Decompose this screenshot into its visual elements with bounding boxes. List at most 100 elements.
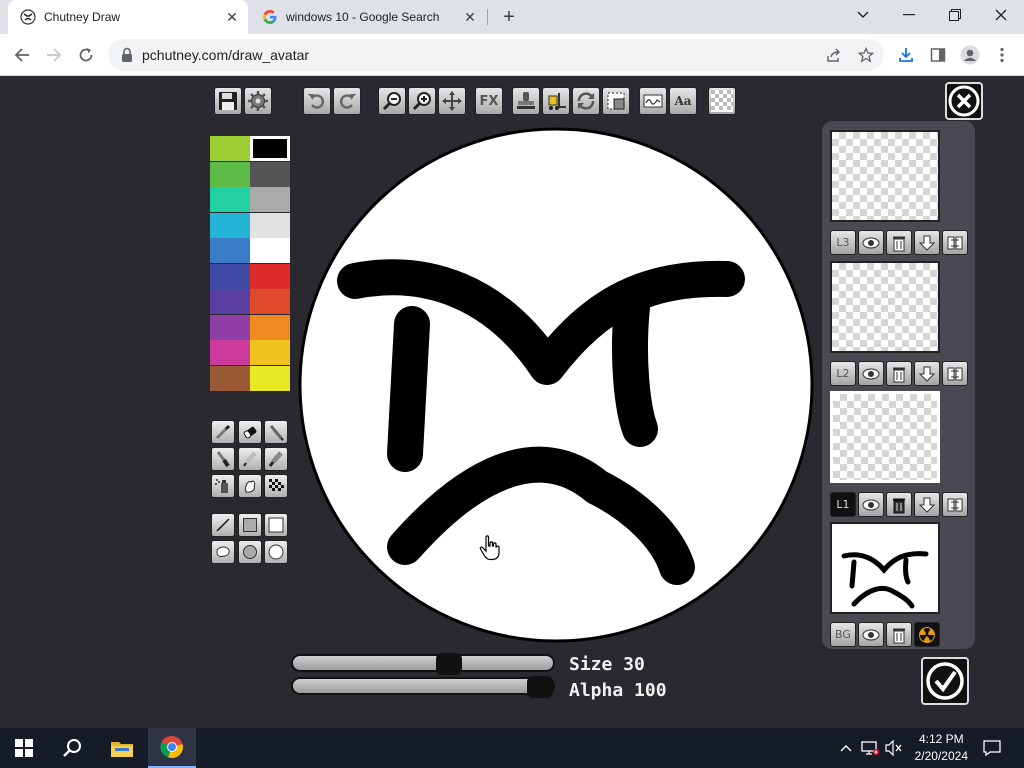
rotate-icon[interactable] [572,87,600,115]
share-icon[interactable] [824,45,844,65]
close-window-button[interactable] [978,0,1024,30]
color-swatch[interactable] [250,340,290,365]
reload-icon[interactable] [72,41,100,69]
color-swatch[interactable] [210,187,250,212]
alpha-slider[interactable] [291,676,555,698]
network-icon[interactable] [860,738,880,758]
pen-icon[interactable] [264,420,288,444]
visibility-eye-icon[interactable] [858,622,884,647]
circle-outline-icon[interactable] [238,540,262,564]
color-swatch[interactable] [210,289,250,314]
file-explorer-icon[interactable] [98,728,146,768]
forklift-icon[interactable] [542,87,570,115]
color-swatch[interactable] [250,314,290,340]
circle-filled-icon[interactable] [264,540,288,564]
color-swatch[interactable] [250,212,290,238]
layer-thumbnail-l2[interactable] [830,261,940,353]
paint-brush-icon[interactable] [211,447,235,471]
layer-label-bg[interactable]: BG [830,622,856,647]
taskbar-clock[interactable]: 4:12 PM 2/20/2024 [915,731,968,765]
drawing-canvas[interactable] [297,127,815,643]
new-tab-button[interactable]: + [497,5,521,29]
color-swatch[interactable] [210,340,250,365]
color-swatch[interactable] [250,365,290,391]
signature-icon[interactable] [639,87,667,115]
search-icon[interactable] [48,728,96,768]
lock-icon[interactable] [120,47,136,63]
trash-icon[interactable] [886,622,912,647]
redo-icon[interactable] [333,87,361,115]
rectangle-filled-icon[interactable] [264,513,288,537]
color-swatch[interactable] [210,136,250,161]
bookmark-star-icon[interactable] [856,45,876,65]
layer-thumbnail-l3[interactable] [830,130,940,222]
trash-icon[interactable] [886,361,912,386]
text-tool-button[interactable]: Aa [669,87,697,115]
zoom-out-icon[interactable] [378,87,406,115]
layer-swap-icon[interactable] [942,492,968,517]
color-swatch[interactable] [210,238,250,263]
merge-down-arrow-icon[interactable] [914,492,940,517]
color-swatch[interactable] [210,161,250,187]
color-swatch[interactable] [210,212,250,238]
color-swatch[interactable] [250,136,290,161]
resize-canvas-icon[interactable] [602,87,630,115]
visibility-eye-icon[interactable] [858,361,884,386]
layer-thumbnail-l1[interactable] [830,391,940,483]
color-swatch[interactable] [250,187,290,212]
download-icon[interactable] [896,45,916,65]
visibility-eye-icon[interactable] [858,492,884,517]
layer-swap-icon[interactable] [942,361,968,386]
move-arrows-icon[interactable] [438,87,466,115]
color-swatch[interactable] [250,161,290,187]
stamp-icon[interactable] [512,87,540,115]
windows-start-icon[interactable] [0,728,48,768]
color-swatch[interactable] [210,263,250,289]
spray-can-icon[interactable] [211,474,235,498]
lasso-fill-icon[interactable] [211,540,235,564]
color-swatch[interactable] [250,238,290,263]
nuke-radiation-icon[interactable] [914,622,940,647]
visibility-eye-icon[interactable] [858,230,884,255]
notifications-icon[interactable] [982,738,1002,758]
save-icon[interactable] [214,87,242,115]
transparency-grid-icon[interactable] [708,87,736,115]
forward-arrow-icon[interactable] [40,41,68,69]
undo-icon[interactable] [303,87,331,115]
tab-close-icon[interactable]: ✕ [460,7,480,27]
layer-label-l2[interactable]: L2 [830,361,856,386]
profile-avatar-icon[interactable] [960,45,980,65]
color-swatch[interactable] [250,263,290,289]
tab-search-chevron-icon[interactable] [840,0,886,30]
menu-kebab-icon[interactable] [992,45,1012,65]
color-swatch[interactable] [250,289,290,314]
settings-gear-icon[interactable] [244,87,272,115]
chrome-taskbar-icon[interactable] [148,728,196,768]
smudge-icon[interactable] [238,474,262,498]
tab-chutney-draw[interactable]: Chutney Draw ✕ [8,0,248,34]
pencil-icon[interactable] [238,447,262,471]
merge-down-arrow-icon[interactable] [914,230,940,255]
restore-window-button[interactable] [932,0,978,30]
layer-label-l3[interactable]: L3 [830,230,856,255]
line-tool-icon[interactable] [211,513,235,537]
brush-icon[interactable] [211,420,235,444]
back-arrow-icon[interactable] [8,41,36,69]
side-panel-icon[interactable] [928,45,948,65]
alpha-slider-thumb[interactable] [527,676,553,698]
rectangle-outline-icon[interactable] [238,513,262,537]
trash-icon[interactable] [886,230,912,255]
merge-down-arrow-icon[interactable] [914,361,940,386]
tray-chevron-up-icon[interactable] [836,738,856,758]
trash-icon[interactable] [886,492,912,517]
brush-size-slider[interactable] [291,653,555,675]
eraser-icon[interactable] [238,420,262,444]
pixel-pattern-icon[interactable] [264,474,288,498]
layer-thumbnail-bg[interactable] [830,522,940,614]
color-swatch[interactable] [210,365,250,391]
close-editor-button[interactable] [945,82,983,120]
marker-icon[interactable] [264,447,288,471]
zoom-in-icon[interactable] [408,87,436,115]
layer-swap-icon[interactable] [942,230,968,255]
tab-close-icon[interactable]: ✕ [222,7,242,27]
